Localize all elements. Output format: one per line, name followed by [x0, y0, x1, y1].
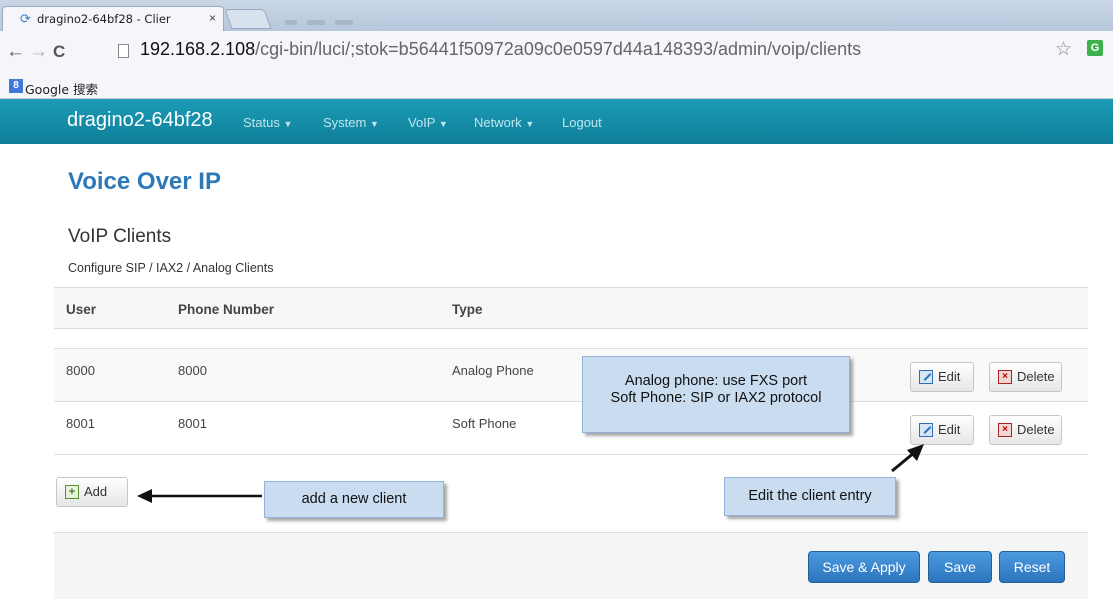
arrow-left-icon [137, 489, 262, 503]
arrow-up-right-icon [891, 444, 924, 473]
reset-button[interactable]: Reset [999, 551, 1065, 583]
save-apply-button[interactable]: Save & Apply [808, 551, 920, 583]
save-button[interactable]: Save [928, 551, 992, 583]
annotation-arrows [137, 444, 924, 503]
